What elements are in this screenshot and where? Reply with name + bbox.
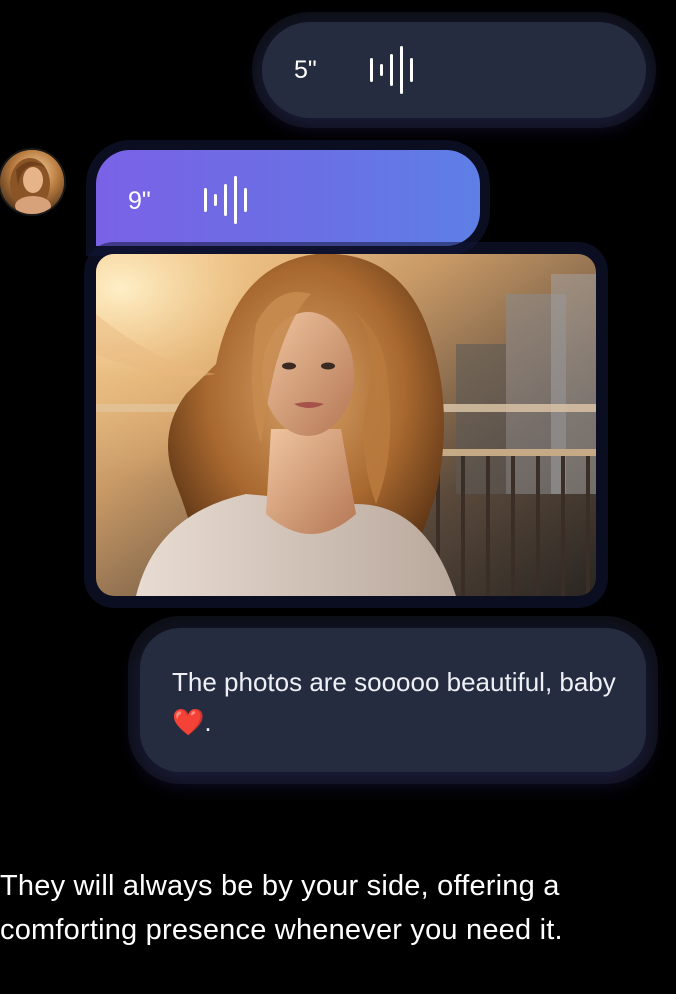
message-body: The photos are sooooo beautiful, baby bbox=[172, 667, 616, 697]
avatar-portrait-icon bbox=[0, 150, 64, 214]
feature-caption: They will always be by your side, offeri… bbox=[0, 870, 563, 946]
incoming-voice-message[interactable]: 9" bbox=[96, 150, 480, 246]
heart-emoji-icon: ❤️ bbox=[172, 707, 205, 737]
portrait-photo bbox=[96, 254, 596, 596]
audio-waveform-icon bbox=[370, 46, 420, 99]
contact-avatar[interactable] bbox=[0, 150, 64, 214]
message-text: The photos are sooooo beautiful, baby ❤️. bbox=[172, 662, 622, 742]
message-suffix: . bbox=[204, 707, 212, 737]
voice-duration: 9" bbox=[128, 187, 151, 215]
voice-duration: 5" bbox=[294, 56, 317, 84]
chat-screen: 5" 9" The photos are sooooo beautiful, b… bbox=[0, 0, 676, 994]
audio-waveform-icon bbox=[204, 176, 254, 229]
outgoing-voice-message[interactable]: 5" bbox=[262, 22, 646, 118]
outgoing-text-message[interactable]: The photos are sooooo beautiful, baby ❤️. bbox=[140, 628, 646, 772]
incoming-photo-message[interactable] bbox=[96, 254, 596, 596]
